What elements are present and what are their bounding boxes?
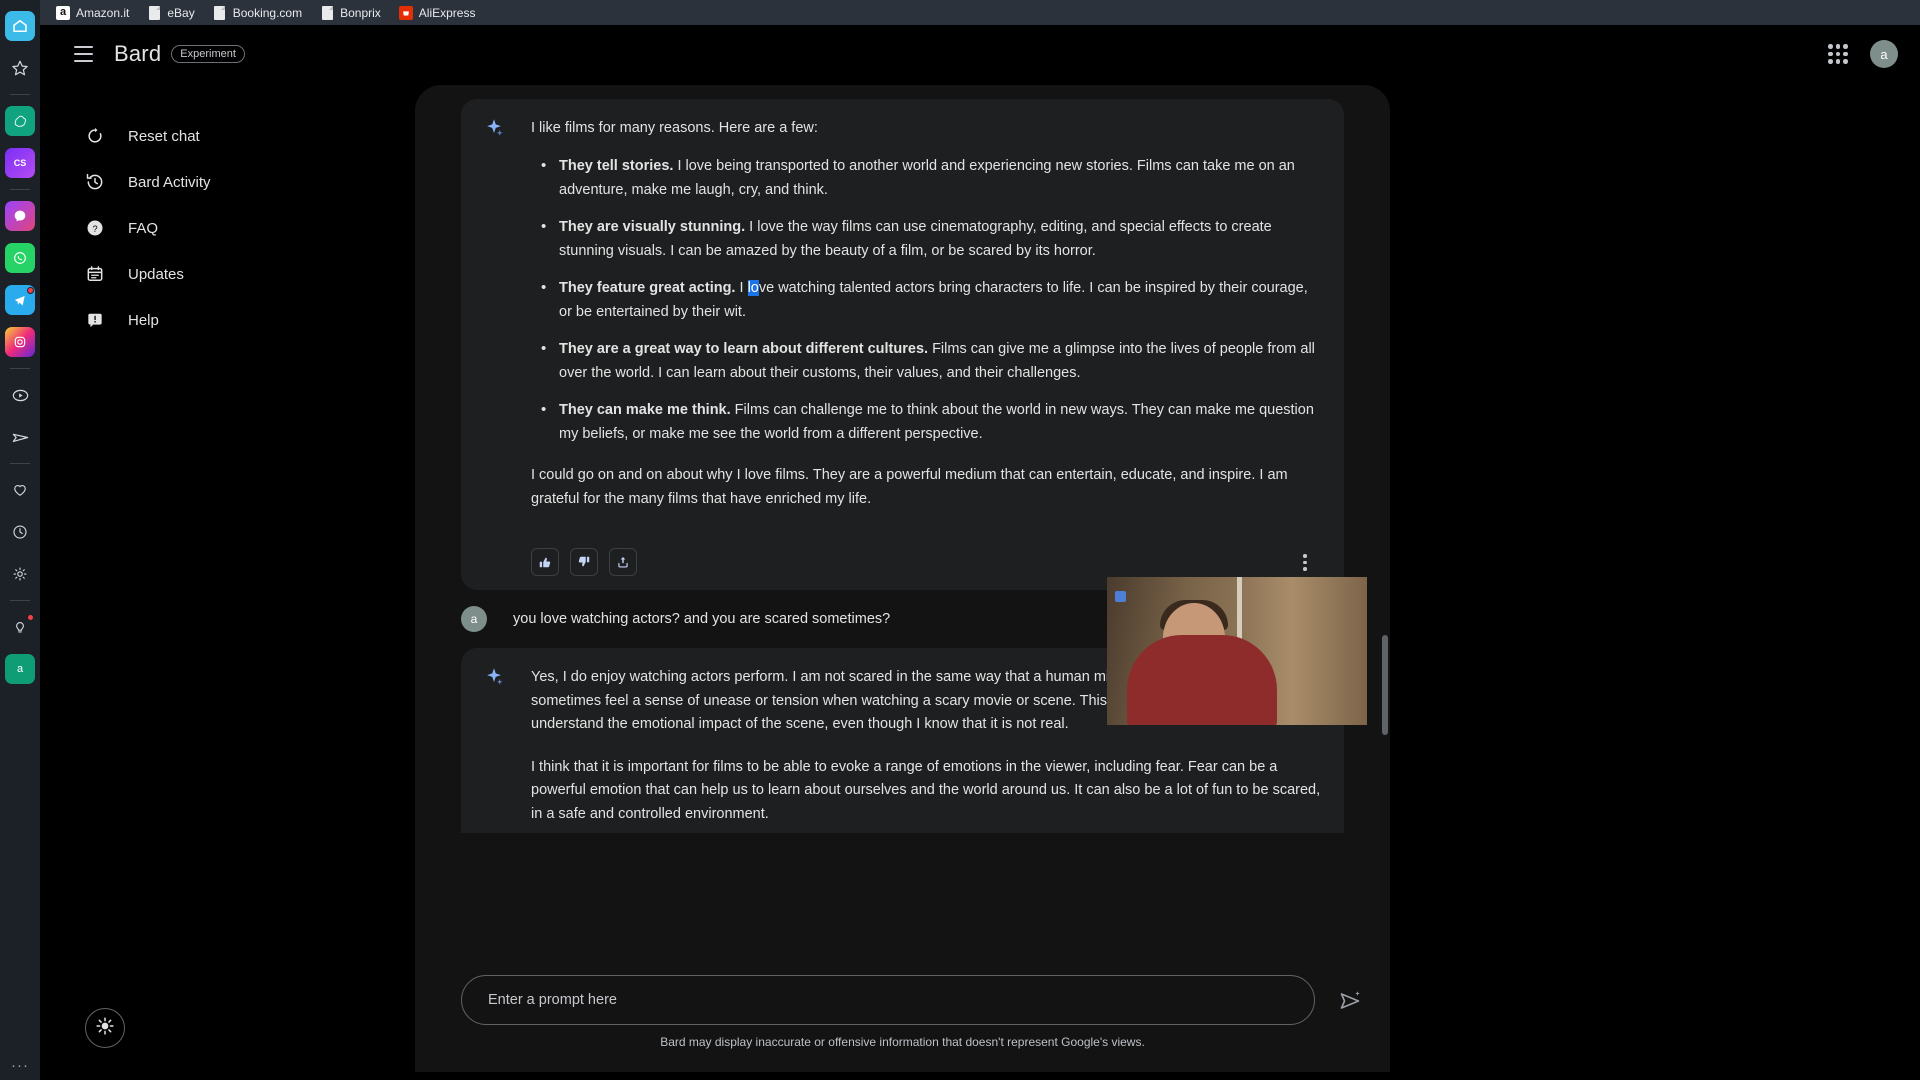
main-menu-button[interactable] xyxy=(62,33,104,75)
bookmark-ebay[interactable]: eBay xyxy=(139,4,202,22)
page-favicon xyxy=(147,5,161,20)
list-item: They can make me think. Films can challe… xyxy=(531,398,1322,446)
instagram-icon[interactable] xyxy=(5,327,35,357)
more-options-button[interactable] xyxy=(1292,549,1318,575)
sidebar-item-updates[interactable]: Updates xyxy=(68,251,368,297)
messenger-icon[interactable] xyxy=(5,201,35,231)
bard-sparkle-icon xyxy=(483,117,505,139)
bullet-lead: They tell stories. xyxy=(559,158,674,175)
bookmark-booking[interactable]: Booking.com xyxy=(205,4,310,22)
reset-icon xyxy=(84,125,106,147)
share-export-button[interactable] xyxy=(609,548,637,577)
response-paragraph: I think that it is important for films t… xyxy=(531,758,1321,822)
bullet-lead: They are a great way to learn about diff… xyxy=(559,341,929,358)
selected-text[interactable]: lo xyxy=(747,280,759,297)
telegram-icon[interactable] xyxy=(5,285,35,315)
webcam-person-body xyxy=(1127,635,1277,725)
lightbulb-icon[interactable] xyxy=(5,612,35,642)
prompt-input[interactable]: Enter a prompt here xyxy=(461,975,1315,1025)
page-title: Bard xyxy=(114,41,162,66)
reasons-list: They tell stories. I love being transpor… xyxy=(531,154,1322,446)
history-icon xyxy=(84,171,106,193)
rail-overflow-button[interactable]: ··· xyxy=(11,1057,29,1074)
sidebar-item-label: Bard Activity xyxy=(128,173,211,191)
svg-text:?: ? xyxy=(92,224,97,234)
list-item: They tell stories. I love being transpor… xyxy=(531,154,1322,202)
list-item: They are a great way to learn about diff… xyxy=(531,337,1322,385)
header-right: a xyxy=(1822,38,1898,70)
sidebar-item-faq[interactable]: ? FAQ xyxy=(68,205,368,251)
webcam-video-overlay[interactable] xyxy=(1107,577,1367,725)
send-paper-plane-icon[interactable] xyxy=(5,422,35,452)
aliexpress-favicon xyxy=(398,5,413,20)
page-favicon xyxy=(213,5,227,20)
response-outro: I could go on and on about why I love fi… xyxy=(531,467,1288,507)
browser-sidebar-rail[interactable]: CS a ··· xyxy=(0,0,40,1080)
webcam-overlay-badge-icon xyxy=(1115,591,1126,602)
history-clock-icon[interactable] xyxy=(5,517,35,547)
help-feedback-icon xyxy=(84,309,106,331)
home-icon[interactable] xyxy=(5,11,35,41)
sidebar-nav: Reset chat Bard Activity ? FAQ Updates H… xyxy=(68,113,368,343)
user-message-text: you love watching actors? and you are sc… xyxy=(513,611,891,628)
bullet-body-pre: I xyxy=(735,280,748,297)
bard-response-text: I like films for many reasons. Here are … xyxy=(531,117,1322,526)
theme-toggle-button[interactable] xyxy=(85,1008,125,1048)
bullet-lead: They feature great acting. xyxy=(559,280,736,297)
sidebar-item-help[interactable]: Help xyxy=(68,297,368,343)
sidebar-item-label: Help xyxy=(128,311,159,329)
send-button[interactable] xyxy=(1338,989,1362,1013)
settings-gear-icon[interactable] xyxy=(5,559,35,589)
sidebar-item-label: FAQ xyxy=(128,219,159,237)
bard-response-card: I like films for many reasons. Here are … xyxy=(461,99,1344,591)
rail-separator xyxy=(10,368,30,369)
sidebar-item-label: Reset chat xyxy=(128,127,200,145)
response-intro: I like films for many reasons. Here are … xyxy=(531,120,818,136)
sidebar-item-bard-activity[interactable]: Bard Activity xyxy=(68,159,368,205)
avatar: a xyxy=(461,606,487,633)
profile-a-icon[interactable]: a xyxy=(5,654,35,684)
screen: CS a ··· a Amazon.it eBay Booking.com Bo… xyxy=(0,0,1920,1080)
notification-badge xyxy=(27,614,34,621)
bullet-lead: They are visually stunning. xyxy=(559,219,746,236)
notification-badge xyxy=(27,287,34,294)
page-favicon xyxy=(320,5,334,20)
question-mark-icon: ? xyxy=(84,217,106,239)
bard-app: Bard Experiment a Reset chat Bard Activi… xyxy=(40,25,1920,1080)
rail-separator xyxy=(10,600,30,601)
thumbs-up-button[interactable] xyxy=(531,548,559,577)
sidebar-item-reset-chat[interactable]: Reset chat xyxy=(68,113,368,159)
list-item: They are visually stunning. I love the w… xyxy=(531,215,1322,263)
rail-separator xyxy=(10,463,30,464)
openai-icon[interactable] xyxy=(5,106,35,136)
prompt-placeholder: Enter a prompt here xyxy=(488,992,617,1008)
sidebar-item-label: Updates xyxy=(128,265,184,283)
bard-sparkle-icon xyxy=(483,666,505,688)
message-bard-1: I like films for many reasons. Here are … xyxy=(415,85,1390,591)
avatar[interactable]: a xyxy=(1870,40,1898,68)
bookmark-bonprix[interactable]: Bonprix xyxy=(312,4,389,22)
google-apps-icon[interactable] xyxy=(1822,38,1854,70)
list-item: They feature great acting. I love watchi… xyxy=(531,276,1322,324)
scrollbar-thumb[interactable] xyxy=(1382,635,1388,735)
amazon-favicon: a xyxy=(56,5,70,20)
sun-icon xyxy=(95,1016,115,1041)
rail-separator xyxy=(10,189,30,190)
disclaimer-text: Bard may display inaccurate or offensive… xyxy=(660,1035,1145,1049)
bookmark-amazon[interactable]: a Amazon.it xyxy=(48,4,137,22)
bullet-lead: They can make me think. xyxy=(559,402,731,419)
heart-icon[interactable] xyxy=(5,475,35,505)
app-header: Bard Experiment a xyxy=(40,25,1920,83)
bookmarks-bar: a Amazon.it eBay Booking.com Bonprix Ali… xyxy=(40,0,1920,25)
calendar-icon xyxy=(84,263,106,285)
favorites-star-icon[interactable] xyxy=(5,53,35,83)
prompt-bar: Enter a prompt here Bard may display ina… xyxy=(415,957,1390,1072)
thumbs-down-button[interactable] xyxy=(570,548,598,577)
experiment-badge: Experiment xyxy=(171,45,245,63)
cs-app-icon[interactable]: CS xyxy=(5,148,35,178)
whatsapp-icon[interactable] xyxy=(5,243,35,273)
bookmark-aliexpress[interactable]: AliExpress xyxy=(391,4,484,22)
rail-separator xyxy=(10,94,30,95)
video-player-icon[interactable] xyxy=(5,380,35,410)
